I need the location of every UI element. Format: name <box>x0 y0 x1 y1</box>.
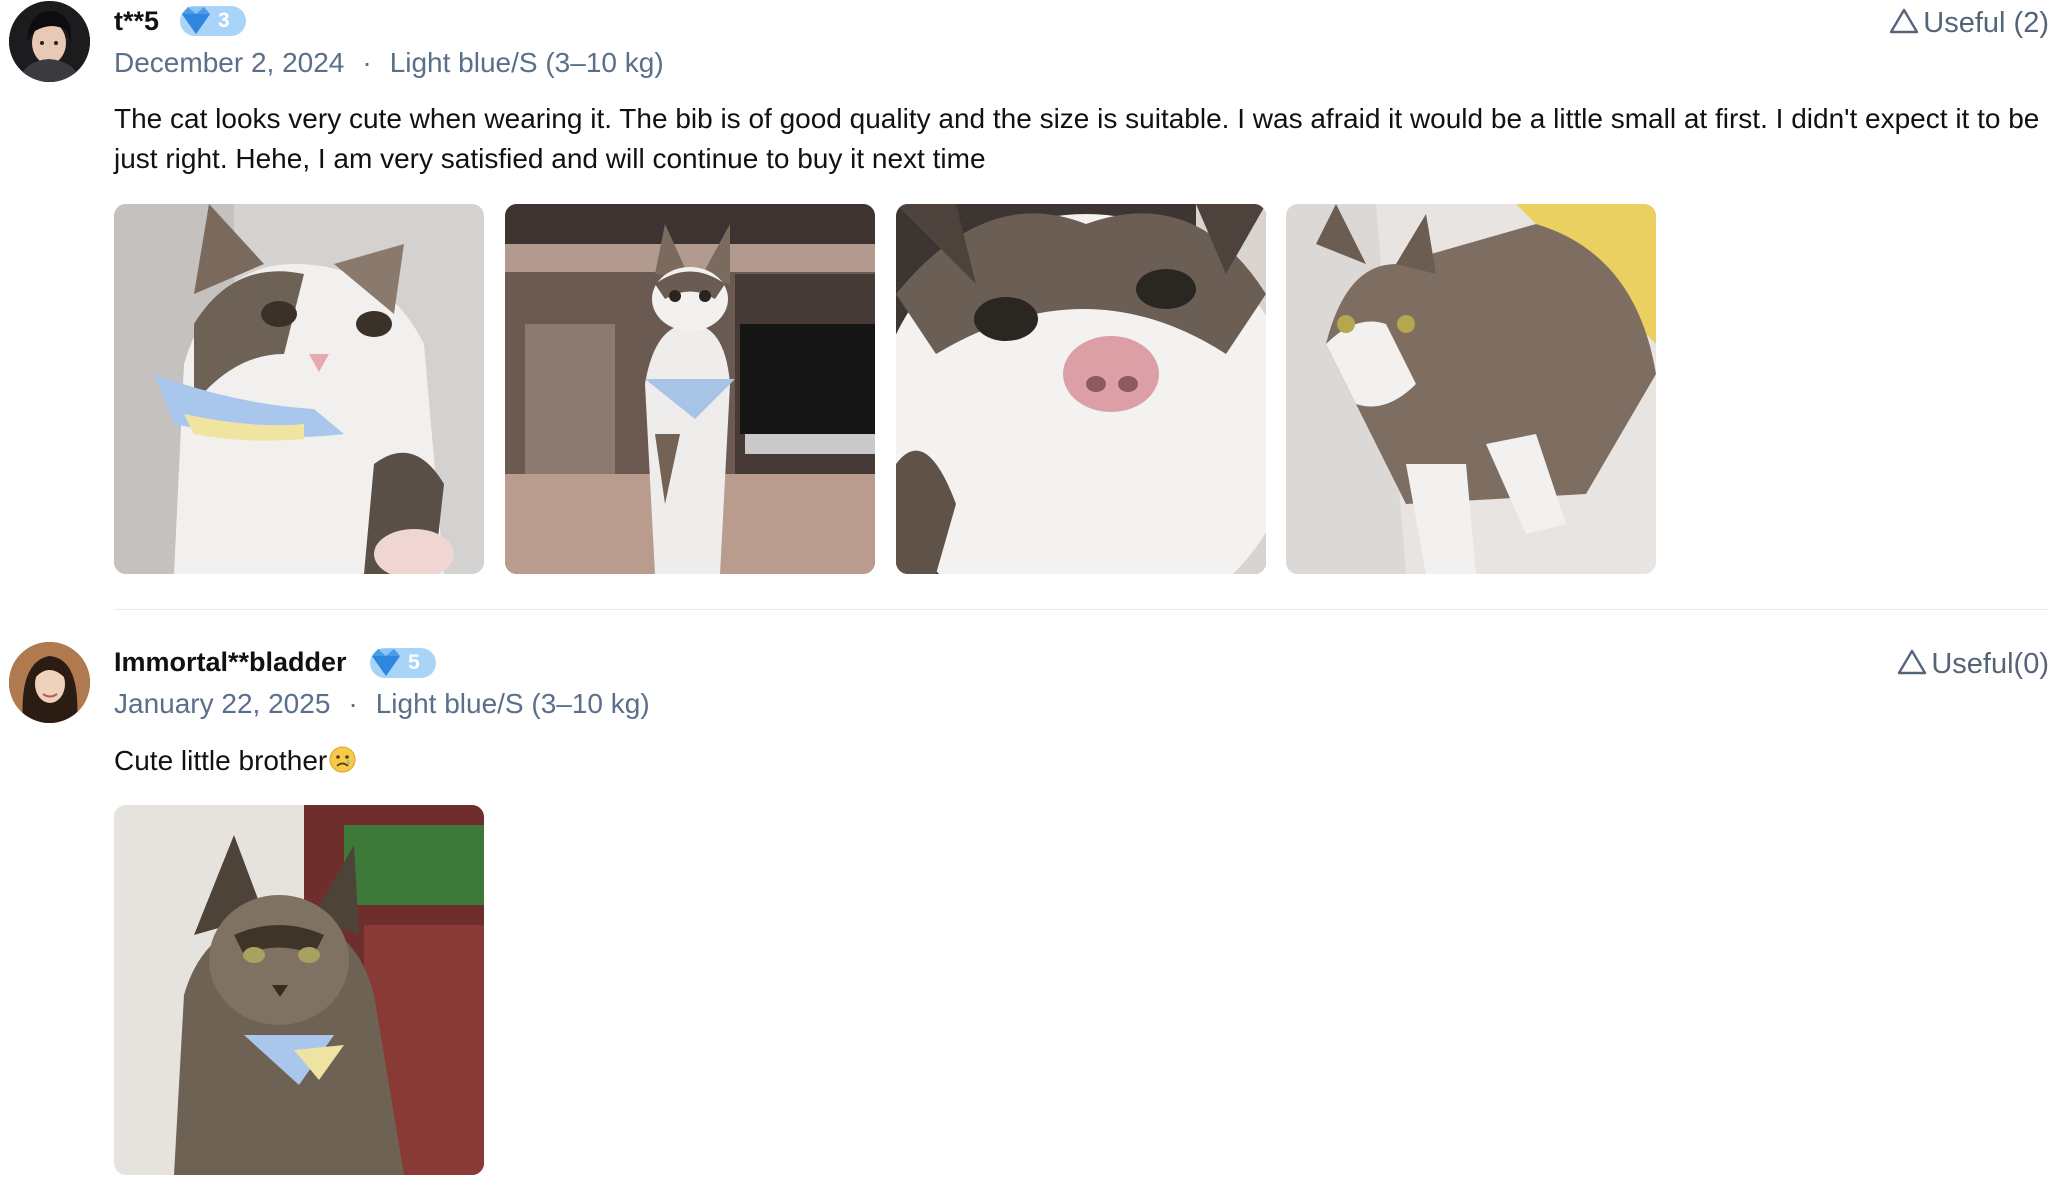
username: t**5 <box>114 6 160 36</box>
review-photo[interactable] <box>114 805 484 1175</box>
triangle-outline-icon <box>1890 8 1919 34</box>
username: Immortal**bladder <box>114 647 347 677</box>
diamond-icon <box>372 649 400 676</box>
useful-label: Useful (2) <box>1923 7 2049 39</box>
review-text: Cute little brother <box>114 741 2048 781</box>
useful-label: Useful(0) <box>1931 648 2049 680</box>
avatar[interactable] <box>9 1 90 82</box>
review-text-content: Cute little brother <box>114 745 328 776</box>
level-badge: 3 <box>180 6 246 36</box>
review-photo[interactable] <box>1286 204 1656 574</box>
diamond-icon <box>182 7 210 34</box>
crying-face-emoji <box>329 746 356 773</box>
review-date: January 22, 2025 <box>114 688 331 719</box>
level-number: 3 <box>218 9 230 32</box>
review-meta: January 22, 2025 · Light blue/S (3–10 kg) <box>114 687 650 721</box>
avatar[interactable] <box>9 642 90 723</box>
useful-button[interactable]: Useful(0) <box>1897 647 2049 681</box>
variant-info: Light blue/S (3–10 kg) <box>389 47 664 78</box>
level-number: 5 <box>408 651 420 674</box>
review-divider <box>114 609 2049 610</box>
review-photo[interactable] <box>505 204 875 574</box>
review-date: December 2, 2024 <box>114 47 345 78</box>
review-photo[interactable] <box>896 204 1266 574</box>
useful-button[interactable]: Useful (2) <box>1889 6 2049 40</box>
triangle-outline-icon <box>1898 649 1927 675</box>
review-photo[interactable] <box>114 204 484 574</box>
review-text: The cat looks very cute when wearing it.… <box>114 103 2040 174</box>
meta-separator: · <box>348 688 358 719</box>
review-meta: December 2, 2024 · Light blue/S (3–10 kg) <box>114 46 664 80</box>
meta-separator: · <box>362 47 372 78</box>
level-badge: 5 <box>370 648 436 678</box>
variant-info: Light blue/S (3–10 kg) <box>375 688 650 719</box>
